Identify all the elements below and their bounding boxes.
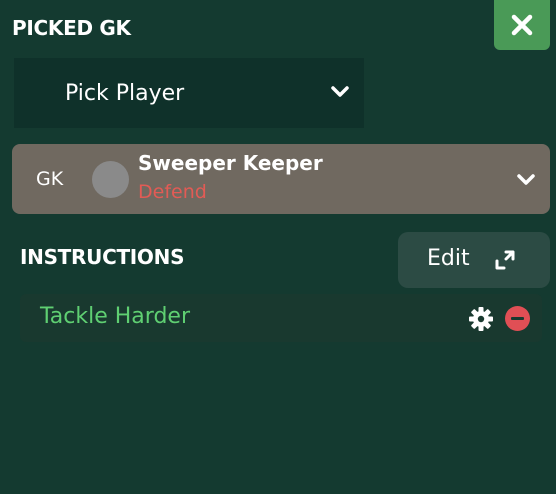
close-button[interactable] <box>494 0 550 50</box>
role-selector[interactable]: GK Sweeper Keeper Defend <box>12 144 550 214</box>
player-avatar <box>92 161 129 198</box>
instruction-label: Tackle Harder <box>40 304 190 329</box>
gear-icon[interactable] <box>468 306 494 336</box>
instructions-title: INSTRUCTIONS <box>20 245 185 269</box>
remove-icon[interactable] <box>505 306 530 331</box>
edit-label: Edit <box>427 246 470 271</box>
close-icon <box>511 14 533 36</box>
instruction-item: Tackle Harder <box>20 294 542 342</box>
pick-player-dropdown[interactable]: Pick Player <box>14 58 364 128</box>
panel-title: PICKED GK <box>12 16 131 40</box>
role-duty: Defend <box>138 181 207 203</box>
chevron-down-icon <box>330 84 350 103</box>
position-label: GK <box>36 168 64 190</box>
role-name: Sweeper Keeper <box>138 151 323 175</box>
edit-instructions-button[interactable]: Edit <box>398 232 550 288</box>
chevron-down-icon <box>516 172 536 191</box>
expand-icon <box>494 249 516 275</box>
pick-player-label: Pick Player <box>65 80 185 106</box>
